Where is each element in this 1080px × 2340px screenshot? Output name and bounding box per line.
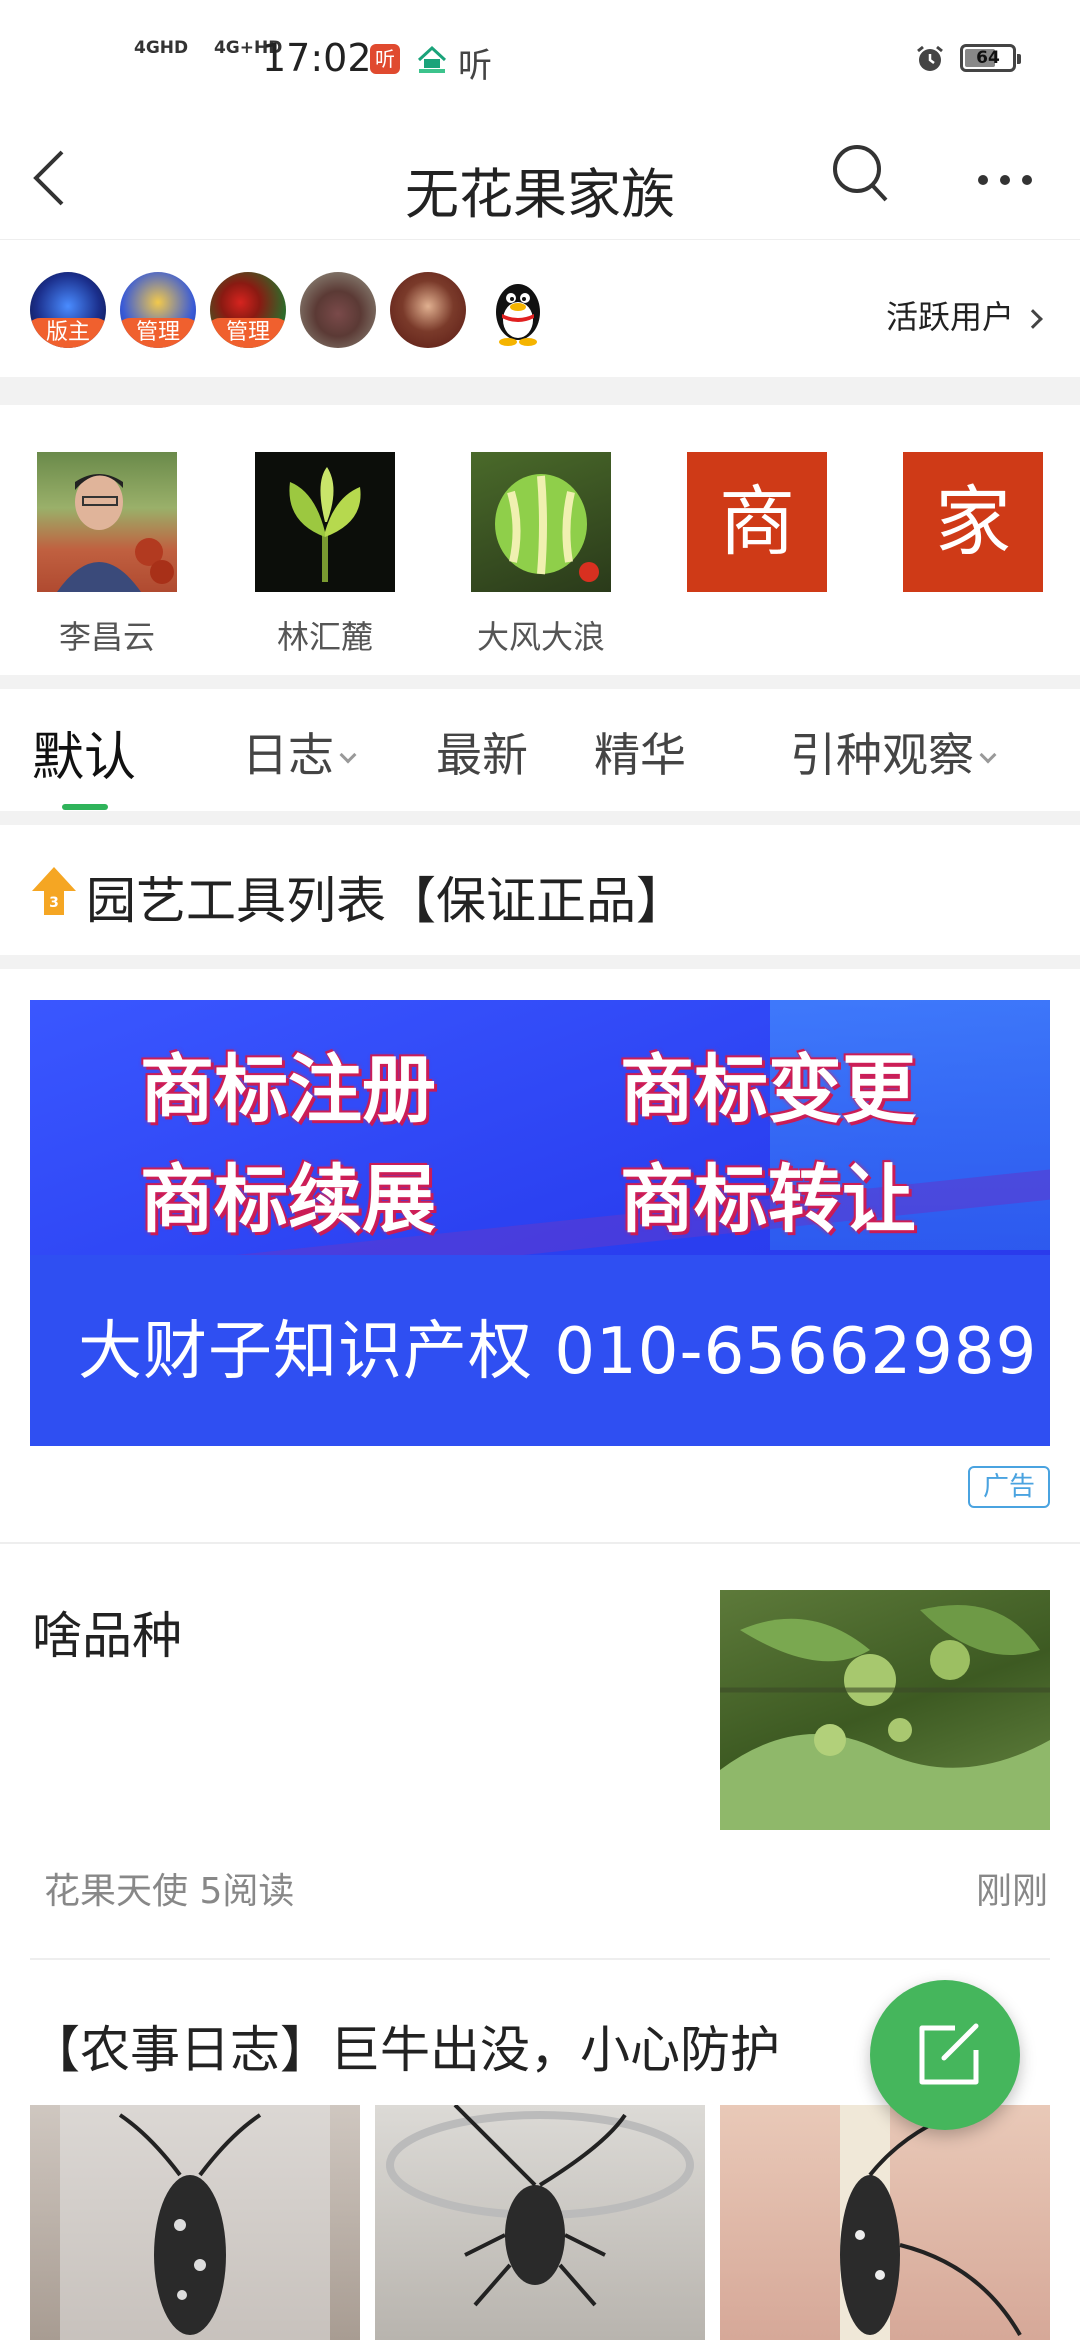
ad-text: 商标变更 <box>620 1047 916 1133</box>
ad-contact: 大财子知识产权 010-65662989 <box>78 1315 1038 1389</box>
person-photo <box>57 474 174 592</box>
avatar[interactable]: 管理 <box>210 272 286 348</box>
post-read-count: 5阅读 <box>199 1871 295 1912</box>
tab-label: 引种观察 <box>790 728 974 782</box>
avatar[interactable] <box>300 272 376 348</box>
alarm-icon <box>917 45 943 71</box>
member-name: 大风大浪 <box>476 618 605 656</box>
featured-members: 李昌云 林汇麓 大风大浪 商 家 <box>0 405 1080 675</box>
member-tile: 家 <box>903 452 1043 592</box>
chevron-down-icon <box>339 746 357 764</box>
member-item[interactable]: 林汇麓 <box>255 452 395 658</box>
qq-penguin-icon[interactable] <box>480 272 556 348</box>
section-divider <box>0 811 1080 825</box>
active-users-link[interactable]: 活跃用户 <box>885 292 1043 338</box>
ad-text: 商标转让 <box>620 1157 916 1243</box>
app-header: 无花果家族 <box>0 120 1080 240</box>
tab-label: 日志 <box>242 728 334 782</box>
chevron-down-icon <box>979 746 997 764</box>
active-users-label: 活跃用户 <box>885 298 1014 336</box>
app-notification-icon: 听 <box>370 44 400 74</box>
pinned-title: 园艺工具列表【保证正品】 <box>86 872 686 930</box>
status-time: 17:02 <box>262 36 372 80</box>
chevron-right-icon <box>1023 309 1043 329</box>
post-title[interactable]: 【农事日志】巨牛出没，小心防护 <box>30 2010 780 2082</box>
member-tile: 商 <box>687 452 827 592</box>
home-app-icon <box>417 45 447 73</box>
post-author[interactable]: 花果天使 <box>44 1871 188 1912</box>
divider <box>0 1542 1080 1544</box>
striped-fig-photo <box>495 474 599 582</box>
member-item[interactable]: 商 <box>687 452 827 592</box>
post-meta: 花果天使 5阅读 <box>44 1862 294 1914</box>
beetle-photo <box>386 2105 694 2307</box>
tab-label: 最新 <box>436 728 528 782</box>
more-icon[interactable] <box>975 170 1035 190</box>
active-tab-indicator <box>62 804 108 810</box>
filter-tabs: 默认 日志 最新 精华 引种观察 <box>0 689 1080 811</box>
post-image[interactable] <box>720 2105 1050 2340</box>
avatar[interactable]: 版主 <box>30 272 106 348</box>
avatar[interactable]: 管理 <box>120 272 196 348</box>
post-thumbnail[interactable] <box>720 1590 1050 1830</box>
ad-text: 商标续展 <box>140 1157 436 1243</box>
section-divider <box>0 955 1080 969</box>
member-photo <box>471 452 611 592</box>
compose-button[interactable] <box>870 1980 1020 2130</box>
tab-label: 精华 <box>594 728 686 782</box>
tab-introduction-observation[interactable]: 引种观察 <box>790 719 997 785</box>
member-item[interactable]: 李昌云 <box>37 452 177 658</box>
tab-featured[interactable]: 精华 <box>594 719 686 785</box>
svg-text:3: 3 <box>49 895 59 911</box>
post-time: 刚刚 <box>975 1871 1048 1912</box>
member-name: 林汇麓 <box>276 618 373 656</box>
section-divider <box>0 377 1080 405</box>
divider <box>30 1958 1050 1960</box>
beetle-photo <box>60 2105 330 2340</box>
pin-top-icon: 3 <box>32 867 76 915</box>
post-image[interactable] <box>30 2105 360 2340</box>
battery-level: 64 <box>976 48 1000 68</box>
member-photo <box>255 452 395 592</box>
post-title[interactable]: 啥品种 <box>32 1596 182 1668</box>
page-title: 无花果家族 <box>405 163 675 226</box>
avatar[interactable] <box>390 272 466 348</box>
admin-badge: 管理 <box>120 318 196 348</box>
ad-label: 广告 <box>968 1466 1050 1508</box>
active-users-row: 版主 管理 管理 活跃用户 <box>0 242 1080 377</box>
fig-tree-photo <box>720 1605 1050 1830</box>
tab-latest[interactable]: 最新 <box>436 719 528 785</box>
moderator-badge: 版主 <box>30 318 106 348</box>
ad-banner[interactable]: 商标注册 商标变更 商标续展 商标转让 大财子知识产权 010-65662989 <box>30 1000 1050 1446</box>
ad-text: 商标注册 <box>140 1047 436 1133</box>
pinned-post[interactable]: 3 园艺工具列表【保证正品】 <box>0 825 1080 955</box>
network-indicator: 4GHD 4G+HD <box>134 38 282 58</box>
status-bar: 4GHD 4G+HD 17:02 听 听 64 <box>0 0 1080 120</box>
member-item[interactable]: 大风大浪 <box>471 452 611 658</box>
member-photo <box>37 452 177 592</box>
tab-default[interactable]: 默认 <box>32 715 136 790</box>
search-icon[interactable] <box>830 142 892 208</box>
admin-badge: 管理 <box>210 318 286 348</box>
tab-journal[interactable]: 日志 <box>242 719 357 785</box>
post-image[interactable] <box>375 2105 705 2340</box>
tab-label: 默认 <box>32 728 137 788</box>
fig-sprout-photo <box>289 467 361 582</box>
network-label-1: 4GHD <box>134 38 189 58</box>
section-divider <box>0 675 1080 689</box>
member-item[interactable]: 家 <box>903 452 1043 592</box>
beetle-photo <box>840 2105 1022 2340</box>
member-name: 李昌云 <box>58 618 155 656</box>
edit-icon <box>919 2023 979 2085</box>
battery-icon: 64 <box>960 44 1021 72</box>
listen-app-icon: 听 <box>458 46 492 86</box>
